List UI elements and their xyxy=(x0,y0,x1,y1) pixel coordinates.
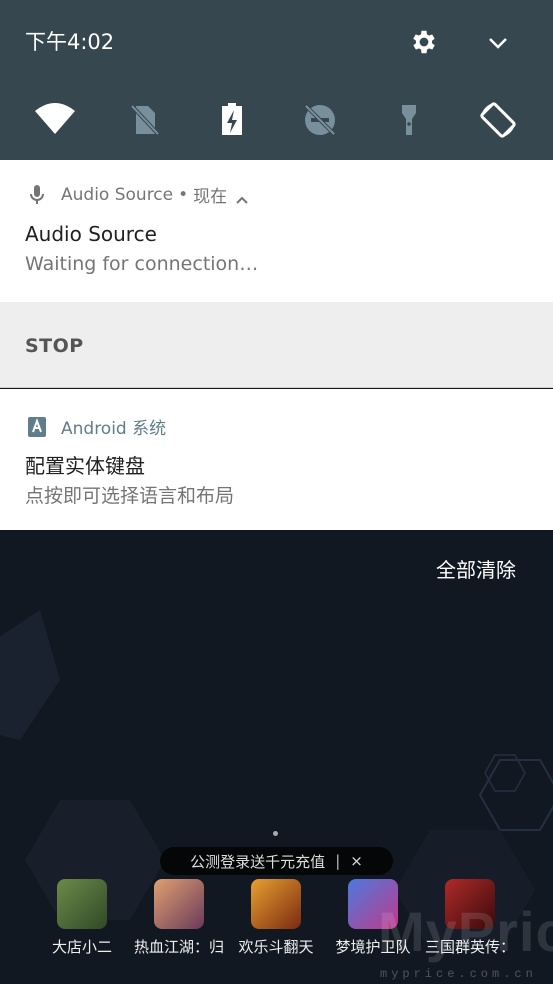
battery-charging-icon[interactable] xyxy=(210,98,254,142)
notification-text: Waiting for connection… xyxy=(25,253,259,275)
promo-text: 公测登录送千元充值 xyxy=(190,852,326,871)
promo-close-button[interactable]: × xyxy=(350,852,363,870)
notification-android-system[interactable]: Android 系统 配置实体键盘 点按即可选择语言和布局 xyxy=(0,389,553,530)
watermark-logo: MyPrice xyxy=(378,900,553,963)
notification-audio-source[interactable]: Audio Source • 现在 Audio Source Waiting f… xyxy=(0,160,553,302)
app-label: 热血江湖：归 xyxy=(133,938,224,956)
status-time: 下午4:02 xyxy=(25,30,115,54)
app-icon xyxy=(251,879,301,929)
promo-banner[interactable]: 公测登录送千元充值 | × xyxy=(160,847,393,875)
promo-divider: | xyxy=(335,852,341,870)
settings-gear-icon[interactable] xyxy=(409,27,439,57)
notification-time: 现在 xyxy=(193,187,228,207)
sim-off-icon[interactable] xyxy=(122,98,166,142)
app-shortcut[interactable]: 大店小二 xyxy=(32,879,132,957)
quick-settings-panel: 下午4:02 xyxy=(0,0,553,160)
microphone-icon xyxy=(25,183,49,207)
notification-actions: STOP xyxy=(0,302,553,388)
app-label: 大店小二 xyxy=(51,938,112,956)
app-shortcut[interactable]: 欢乐斗翻天 xyxy=(226,879,326,957)
notification-title: 配置实体键盘 xyxy=(25,454,145,478)
expand-chevron-icon[interactable] xyxy=(485,32,511,54)
notification-text: 点按即可选择语言和布局 xyxy=(25,485,235,507)
wifi-icon[interactable] xyxy=(33,98,77,142)
notification-title: Audio Source xyxy=(25,222,157,246)
android-system-icon xyxy=(25,415,49,439)
notification-header: Android 系统 xyxy=(25,414,166,439)
notification-header: Audio Source • 现在 xyxy=(25,182,249,207)
notification-app-name: Android 系统 xyxy=(61,419,167,439)
app-icon xyxy=(154,879,204,929)
clear-all-button[interactable]: 全部清除 xyxy=(436,554,516,583)
watermark-url: myprice.com.cn xyxy=(380,967,537,981)
notification-app-name: Audio Source xyxy=(61,184,174,205)
page-indicator-dot xyxy=(273,831,278,836)
do-not-disturb-icon[interactable] xyxy=(298,98,342,142)
auto-rotate-icon[interactable] xyxy=(476,98,520,142)
app-icon xyxy=(57,879,107,929)
flashlight-icon[interactable] xyxy=(387,98,431,142)
stop-button[interactable]: STOP xyxy=(25,335,84,357)
collapse-caret-icon[interactable] xyxy=(235,190,249,204)
app-label: 欢乐斗翻天 xyxy=(238,938,314,956)
app-shortcut[interactable]: 热血江湖：归 xyxy=(129,879,229,957)
home-screen-background: 全部清除 公测登录送千元充值 | × 大店小二 热血江湖：归 欢乐斗翻天 梦境护… xyxy=(0,530,553,984)
header-separator: • xyxy=(178,184,189,205)
